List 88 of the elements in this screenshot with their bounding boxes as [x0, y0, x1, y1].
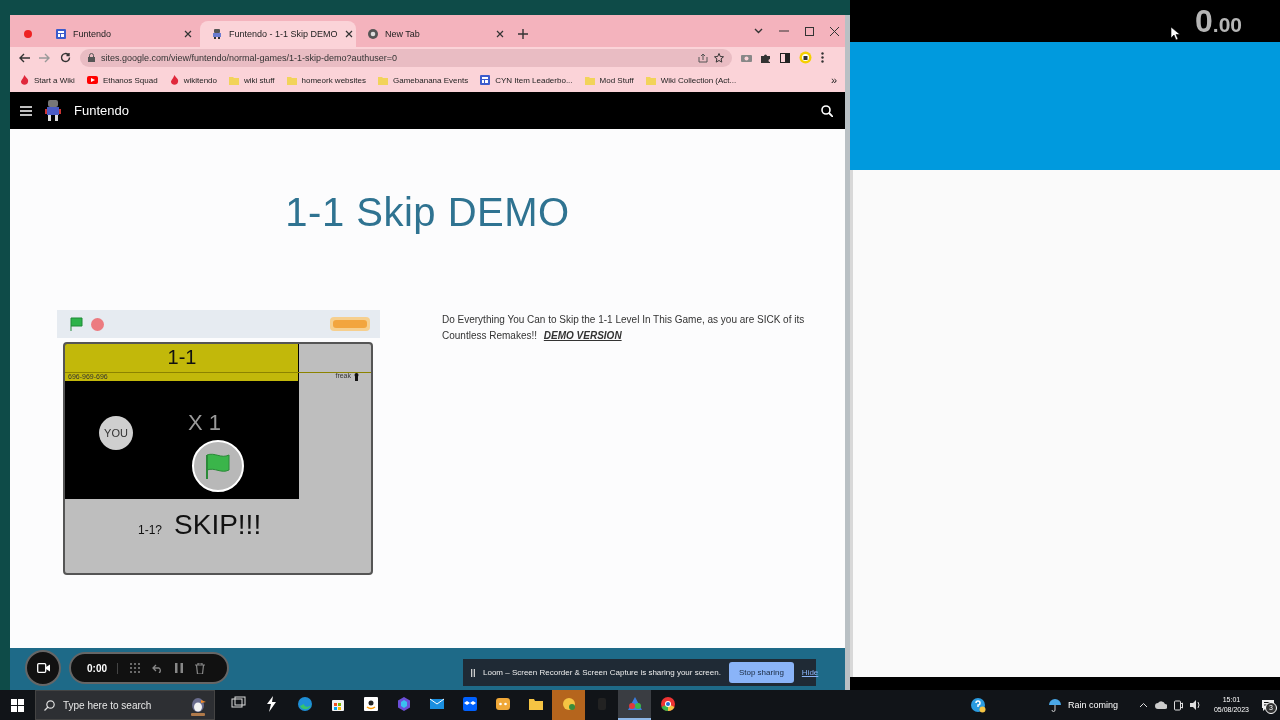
- lock-icon: [88, 53, 95, 63]
- close-icon[interactable]: [184, 30, 192, 38]
- folder-icon: [286, 75, 297, 85]
- bookmark[interactable]: wikitendo: [169, 75, 217, 86]
- sharing-message: Loom – Screen Recorder & Screen Capture is sharing your screen.: [483, 668, 721, 677]
- windows-icon[interactable]: [11, 698, 24, 712]
- flame-icon: [20, 75, 29, 86]
- grid-icon: [56, 29, 66, 39]
- search-icon[interactable]: [821, 104, 833, 117]
- site-name[interactable]: Funtendo: [74, 103, 129, 118]
- folder-icon: [527, 696, 544, 712]
- pause-icon: [471, 668, 475, 677]
- maximize-icon[interactable]: [805, 26, 814, 36]
- bookmark[interactable]: wiki stuff: [229, 75, 275, 85]
- grid-icon[interactable]: [130, 663, 140, 673]
- weather-widget[interactable]: Rain coming: [1047, 698, 1118, 712]
- chevron-up-icon[interactable]: [1138, 702, 1148, 708]
- umbrella-icon: [1047, 698, 1062, 712]
- question-text: 1-1?: [138, 523, 163, 537]
- bookmark[interactable]: CYN Item Leaderbo...: [480, 75, 573, 86]
- hexagon-icon: [395, 696, 412, 712]
- browser-tab[interactable]: Funtendo: [44, 21, 200, 47]
- page-title: 1-1 Skip DEMO: [284, 189, 571, 236]
- lives-counter: X 1: [188, 410, 222, 436]
- browser-tab[interactable]: New Tab: [356, 21, 512, 47]
- robot-icon: [212, 29, 222, 39]
- bookmark[interactable]: Start a Wiki: [20, 75, 75, 86]
- flag-icon: [204, 453, 232, 479]
- pause-icon[interactable]: [175, 663, 183, 673]
- skip-text: SKIP!!!: [174, 509, 262, 541]
- description: Do Everything You Can to Skip the 1-1 Level In This Game, as you are SICK of its Countless Remakes!! DEMO VERSION: [442, 313, 806, 343]
- flame-icon: [169, 75, 179, 86]
- folder-icon: [584, 75, 595, 85]
- recording-timer: 0:00: [87, 662, 118, 674]
- menu-icon[interactable]: [20, 105, 32, 116]
- demo-link[interactable]: DEMO VERSION: [543, 330, 622, 341]
- figure-icon: [354, 373, 359, 381]
- plus-icon[interactable]: [518, 29, 528, 39]
- browser-icon: [296, 696, 313, 712]
- puzzle-icon[interactable]: [761, 52, 771, 63]
- back-icon[interactable]: [18, 52, 30, 63]
- grid-icon: [480, 75, 491, 86]
- star-icon[interactable]: [714, 52, 724, 63]
- more-bookmarks[interactable]: »: [830, 74, 837, 87]
- close-icon[interactable]: [496, 30, 504, 38]
- bookmark[interactable]: Mod Stuff: [584, 75, 634, 85]
- chevron-down-icon[interactable]: [754, 28, 763, 34]
- bookmark[interactable]: Ethanos Squad: [86, 75, 158, 85]
- more-icon[interactable]: [821, 52, 824, 64]
- video-icon: [86, 76, 98, 85]
- bookmark[interactable]: homeork websites: [286, 75, 366, 85]
- counter: 0.00: [1195, 2, 1242, 40]
- mail-icon: [428, 696, 445, 712]
- browser-icon: [659, 696, 676, 712]
- close-icon[interactable]: [830, 26, 839, 36]
- cloud-icon[interactable]: [1154, 700, 1167, 710]
- browser-icon: [368, 29, 378, 39]
- camera-icon: [36, 663, 50, 673]
- trash-icon[interactable]: [195, 662, 205, 674]
- box-icon: [461, 696, 478, 712]
- bookmark[interactable]: Wiki Collection (Act...: [645, 75, 737, 85]
- browser-tab[interactable]: Funtendo - 1-1 Skip DEMO: [200, 21, 356, 47]
- level-label: 1-1: [166, 346, 198, 369]
- sidebar-icon[interactable]: [780, 52, 790, 63]
- palette-icon: [626, 696, 643, 712]
- search-field[interactable]: Type here to search: [35, 690, 215, 720]
- record-icon[interactable]: [24, 30, 32, 38]
- help-icon[interactable]: [969, 697, 986, 713]
- undo-icon[interactable]: [152, 663, 163, 673]
- bookmark[interactable]: Gamebanana Events: [378, 75, 469, 85]
- hide-link[interactable]: Hide: [801, 668, 819, 677]
- profile-icon[interactable]: [799, 51, 812, 65]
- reload-icon[interactable]: [60, 52, 71, 64]
- close-icon[interactable]: [344, 30, 353, 38]
- game-icon: [494, 696, 511, 712]
- folder-icon: [645, 75, 656, 85]
- speaker-icon[interactable]: [1189, 700, 1201, 710]
- app-icon: [560, 696, 577, 712]
- flag-icon[interactable]: [69, 317, 83, 331]
- share-icon[interactable]: [698, 52, 708, 63]
- robot-icon: [44, 99, 62, 122]
- camera-icon[interactable]: [1173, 699, 1183, 711]
- logo-icon: [330, 317, 370, 331]
- folder-icon: [378, 75, 388, 85]
- address-bar[interactable]: sites.google.com/view/funtendo/normal-games/1-1-skip-demo?authuser=0: [80, 48, 732, 67]
- search-icon: [44, 699, 55, 711]
- stop-sharing-button[interactable]: Stop sharing: [728, 662, 794, 683]
- folder-icon: [229, 75, 239, 85]
